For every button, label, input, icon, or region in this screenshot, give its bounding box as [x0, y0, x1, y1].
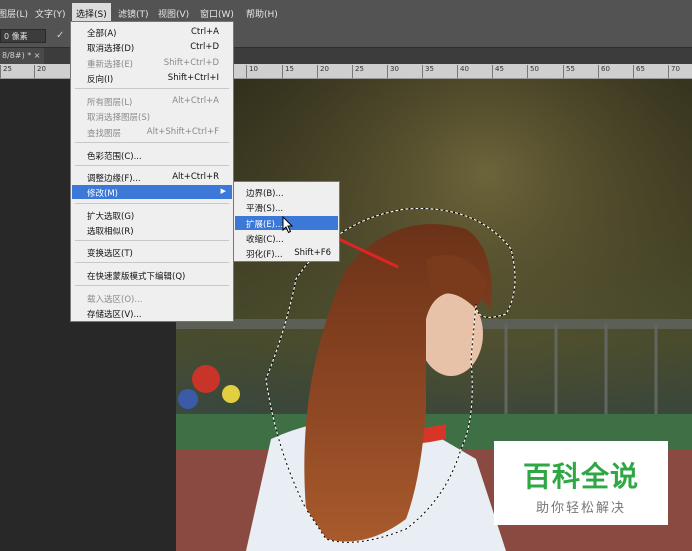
menu-type[interactable]: 文字(Y): [35, 7, 66, 20]
menu-separator: [75, 165, 229, 166]
ruler-tick: 20: [317, 65, 329, 78]
ruler-tick: 65: [633, 65, 645, 78]
menu-item-all[interactable]: 全部(A): [87, 27, 116, 39]
ruler-tick: 40: [457, 65, 469, 78]
menu-item-save-selection[interactable]: 存储选区(V)...: [87, 308, 142, 320]
menu-item-transform-selection[interactable]: 变换选区(T): [87, 247, 133, 259]
menu-item-modify[interactable]: 修改(M) ▶: [72, 185, 232, 199]
document-tab[interactable]: 8/8#) * ×: [0, 48, 44, 64]
watermark-badge: 百科全说 助你轻松解决: [494, 441, 668, 525]
ruler-tick: 60: [598, 65, 610, 78]
menu-separator: [75, 240, 229, 241]
select-dropdown-menu: 全部(A) Ctrl+A 取消选择(D) Ctrl+D 重新选择(E) Shif…: [70, 21, 234, 322]
mouse-cursor-icon: [282, 216, 294, 234]
menu-help[interactable]: 帮助(H): [246, 7, 278, 20]
shortcut-label: Alt+Ctrl+R: [172, 172, 219, 182]
ruler-tick: 35: [422, 65, 434, 78]
menu-item-reselect: 重新选择(E): [87, 60, 134, 70]
submenu-item-contract[interactable]: 收缩(C)...: [246, 233, 284, 245]
ruler-tick: 10: [246, 65, 258, 78]
menu-item-find-layers: 查找图层: [87, 129, 122, 139]
shortcut-label: Shift+Ctrl+I: [167, 73, 219, 83]
submenu-item-smooth[interactable]: 平滑(S)...: [246, 202, 283, 214]
menu-separator: [75, 88, 229, 89]
menu-separator: [75, 203, 229, 204]
submenu-item-expand-label: 扩展(E)...: [246, 220, 284, 230]
shortcut-label: Alt+Ctrl+A: [172, 96, 219, 106]
ruler-tick: 45: [492, 65, 504, 78]
ruler-tick: 15: [282, 65, 294, 78]
ruler-tick: 50: [527, 65, 539, 78]
submenu-arrow-icon: ▶: [220, 187, 226, 195]
menu-item-refine-edge[interactable]: 调整边缘(F)...: [87, 172, 141, 184]
watermark-subtitle: 助你轻松解决: [535, 501, 626, 516]
shortcut-label: Alt+Shift+Ctrl+F: [146, 127, 219, 137]
menu-separator: [75, 285, 229, 286]
menu-item-load-selection: 载入选区(O)...: [87, 295, 143, 305]
menu-view[interactable]: 视图(V): [158, 7, 189, 20]
menu-item-all-layers: 所有图层(L): [87, 98, 133, 108]
submenu-item-feather[interactable]: 羽化(F)...: [246, 248, 283, 260]
menu-item-deselect-layers: 取消选择图层(S): [87, 113, 151, 123]
submenu-item-border[interactable]: 边界(B)...: [246, 187, 284, 199]
menu-item-inverse[interactable]: 反向(I): [87, 73, 113, 85]
shortcut-label: Ctrl+D: [190, 42, 219, 52]
ruler-tick: 70: [668, 65, 680, 78]
menu-item-grow[interactable]: 扩大选取(G): [87, 210, 134, 222]
menu-item-modify-label: 修改(M): [87, 189, 118, 199]
feather-input[interactable]: 0 像素: [0, 29, 46, 43]
watermark-title: 百科全说: [522, 460, 639, 493]
menu-separator: [75, 142, 229, 143]
shortcut-label: Shift+Ctrl+D: [163, 58, 219, 68]
menu-separator: [75, 262, 229, 263]
checkmark-icon[interactable]: ✓: [56, 30, 64, 41]
menu-item-deselect[interactable]: 取消选择(D): [87, 42, 134, 54]
ruler-tick: 20: [34, 65, 46, 78]
ruler-tick: 30: [387, 65, 399, 78]
menu-window[interactable]: 窗口(W): [200, 7, 234, 20]
menu-filter[interactable]: 滤镜(T): [118, 7, 149, 20]
menu-item-color-range[interactable]: 色彩范围(C)...: [87, 150, 142, 162]
ruler-tick: 25: [0, 65, 12, 78]
ruler-tick: 25: [352, 65, 364, 78]
menu-item-quick-mask[interactable]: 在快速蒙版模式下编辑(Q): [87, 270, 185, 282]
menu-layer[interactable]: 图层(L): [0, 7, 28, 20]
shortcut-label: Ctrl+A: [190, 27, 219, 37]
ruler-tick: 55: [563, 65, 575, 78]
shortcut-label: Shift+F6: [294, 248, 331, 258]
menu-item-similar[interactable]: 选取相似(R): [87, 225, 134, 237]
